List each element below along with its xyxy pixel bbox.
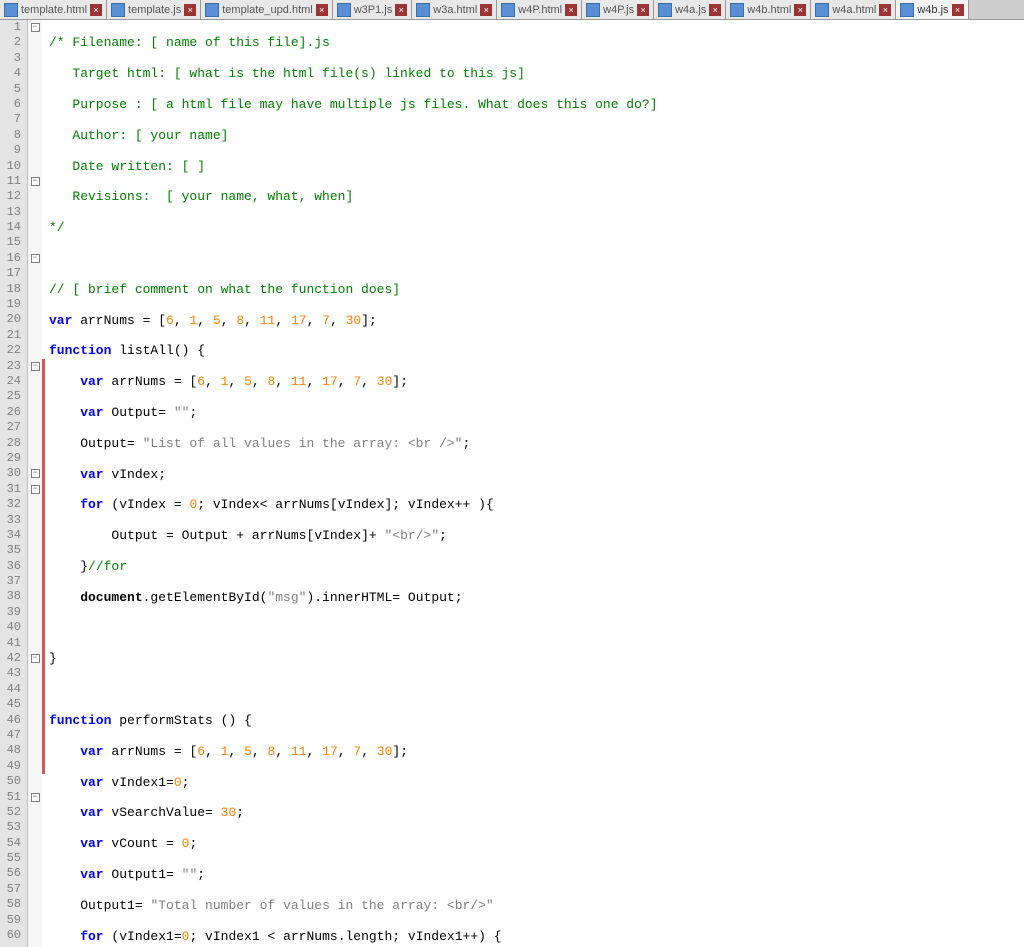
- close-icon[interactable]: ×: [637, 4, 649, 16]
- code-editor[interactable]: 1234567891011121314151617181920212223242…: [0, 20, 1024, 947]
- tab-template-html[interactable]: template.html×: [0, 0, 107, 19]
- close-icon[interactable]: ×: [709, 4, 721, 16]
- fold-toggle[interactable]: −: [31, 254, 40, 263]
- file-icon: [730, 3, 744, 17]
- file-icon: [205, 3, 219, 17]
- fold-toggle[interactable]: −: [31, 362, 40, 371]
- tab-w3a-html[interactable]: w3a.html×: [412, 0, 497, 19]
- close-icon[interactable]: ×: [480, 4, 492, 16]
- fold-toggle[interactable]: −: [31, 485, 40, 494]
- tab-bar: template.html× template.js× template_upd…: [0, 0, 1024, 20]
- file-icon: [586, 3, 600, 17]
- close-icon[interactable]: ×: [395, 4, 407, 16]
- file-icon: [900, 3, 914, 17]
- fold-gutter[interactable]: − − − − − − − −: [28, 20, 42, 947]
- file-icon: [658, 3, 672, 17]
- file-icon: [111, 3, 125, 17]
- tab-w4a-html[interactable]: w4a.html×: [811, 0, 896, 19]
- line-number-gutter: 1234567891011121314151617181920212223242…: [0, 20, 28, 947]
- tab-w4b-html[interactable]: w4b.html×: [726, 0, 811, 19]
- tab-w4p-html[interactable]: w4P.html×: [497, 0, 582, 19]
- file-icon: [4, 3, 18, 17]
- close-icon[interactable]: ×: [90, 4, 102, 16]
- close-icon[interactable]: ×: [879, 4, 891, 16]
- close-icon[interactable]: ×: [316, 4, 328, 16]
- file-icon: [337, 3, 351, 17]
- fold-toggle[interactable]: −: [31, 177, 40, 186]
- file-icon: [501, 3, 515, 17]
- fold-toggle[interactable]: −: [31, 654, 40, 663]
- close-icon[interactable]: ×: [794, 4, 806, 16]
- tab-w4a-js[interactable]: w4a.js×: [654, 0, 726, 19]
- tab-w4p-js[interactable]: w4P.js×: [582, 0, 654, 19]
- tab-template-upd-html[interactable]: template_upd.html×: [201, 0, 333, 19]
- fold-toggle[interactable]: −: [31, 469, 40, 478]
- file-icon: [815, 3, 829, 17]
- close-icon[interactable]: ×: [565, 4, 577, 16]
- fold-toggle[interactable]: −: [31, 23, 40, 32]
- tab-w3p1-js[interactable]: w3P1.js×: [333, 0, 413, 19]
- close-icon[interactable]: ×: [184, 4, 196, 16]
- tab-template-js[interactable]: template.js×: [107, 0, 201, 19]
- tab-w4b-js[interactable]: w4b.js×: [896, 0, 968, 19]
- code-area[interactable]: /* Filename: [ name of this file].js Tar…: [45, 20, 1024, 947]
- close-icon[interactable]: ×: [952, 4, 964, 16]
- fold-toggle[interactable]: −: [31, 793, 40, 802]
- file-icon: [416, 3, 430, 17]
